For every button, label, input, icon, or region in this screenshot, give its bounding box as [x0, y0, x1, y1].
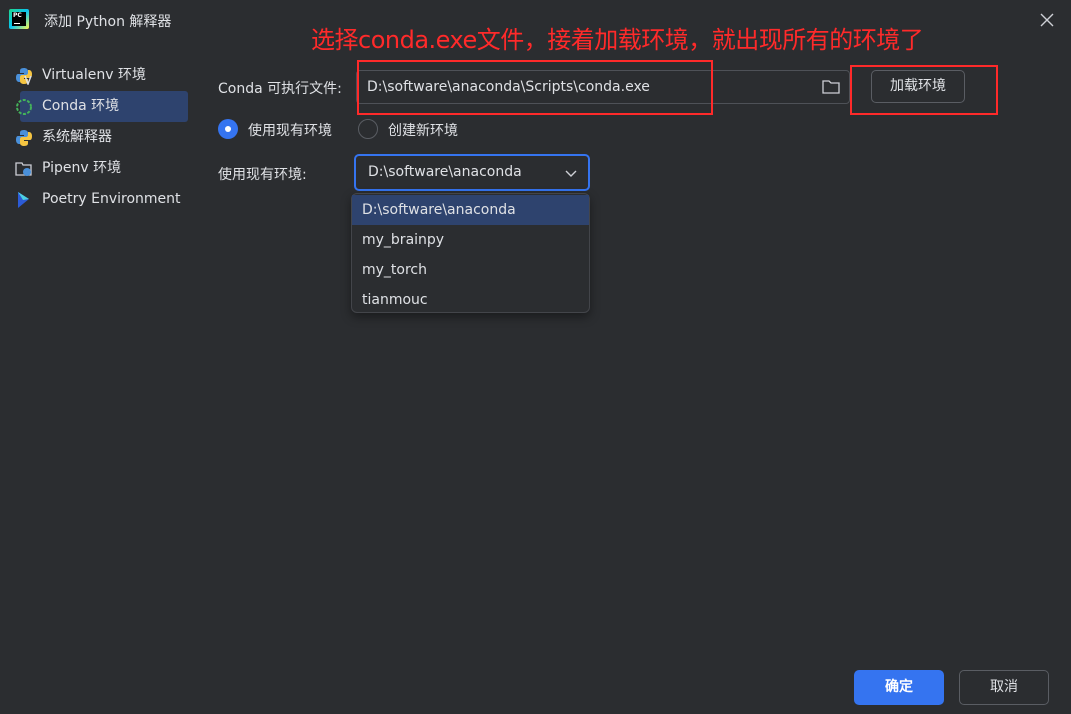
conda-executable-label: Conda 可执行文件:	[218, 81, 342, 97]
existing-env-label: 使用现有环境:	[218, 167, 307, 183]
python-icon	[16, 130, 32, 146]
dropdown-option[interactable]: D:\software\anaconda	[352, 195, 589, 225]
close-icon	[1040, 13, 1054, 27]
conda-icon	[16, 99, 32, 115]
existing-env-select[interactable]: D:\software\anaconda	[354, 154, 590, 191]
annotation-text: 选择conda.exe文件，接着加载环境，就出现所有的环境了	[311, 26, 924, 54]
pipenv-folder-icon	[15, 162, 32, 176]
radio-use-existing[interactable]	[218, 119, 238, 139]
sidebar-item-pipenv[interactable]: Pipenv 环境	[0, 153, 196, 184]
pycharm-app-icon: PC	[9, 9, 29, 29]
radio-create-new[interactable]	[358, 119, 378, 139]
dropdown-option[interactable]: tianmouc	[352, 285, 589, 315]
sidebar-item-label: 系统解释器	[42, 129, 112, 145]
interpreter-type-sidebar: Virtualenv 环境 Conda 环境 系统解释器 Pipenv 环境 P…	[0, 60, 196, 215]
annotation-box-load	[850, 65, 998, 115]
sidebar-item-label: Poetry Environment	[42, 191, 181, 207]
ok-button[interactable]: 确定	[854, 670, 944, 705]
poetry-icon	[18, 192, 29, 208]
app-icon-text: PC	[13, 12, 22, 19]
folder-icon[interactable]	[821, 78, 841, 96]
dropdown-option[interactable]: my_brainpy	[352, 225, 589, 255]
annotation-box-path	[357, 60, 713, 115]
sidebar-item-label: Pipenv 环境	[42, 160, 122, 176]
chevron-down-icon	[565, 170, 577, 177]
radio-create-new-label[interactable]: 创建新环境	[388, 120, 458, 140]
existing-env-value: D:\software\anaconda	[368, 164, 522, 180]
env-dropdown-list: D:\software\anaconda my_brainpy my_torch…	[351, 193, 590, 313]
close-button[interactable]	[1037, 10, 1057, 30]
virtualenv-python-icon	[16, 68, 32, 85]
sidebar-item-conda[interactable]: Conda 环境	[16, 91, 188, 122]
sidebar-item-label: Conda 环境	[42, 98, 120, 114]
sidebar-item-system-interpreter[interactable]: 系统解释器	[0, 122, 196, 153]
sidebar-item-label: Virtualenv 环境	[42, 67, 146, 83]
dropdown-option[interactable]: my_torch	[352, 255, 589, 285]
sidebar-item-virtualenv[interactable]: Virtualenv 环境	[0, 60, 196, 91]
sidebar-item-poetry[interactable]: Poetry Environment	[0, 184, 196, 215]
cancel-button[interactable]: 取消	[959, 670, 1049, 705]
window-title: 添加 Python 解释器	[44, 14, 172, 30]
radio-use-existing-label[interactable]: 使用现有环境	[248, 120, 332, 140]
